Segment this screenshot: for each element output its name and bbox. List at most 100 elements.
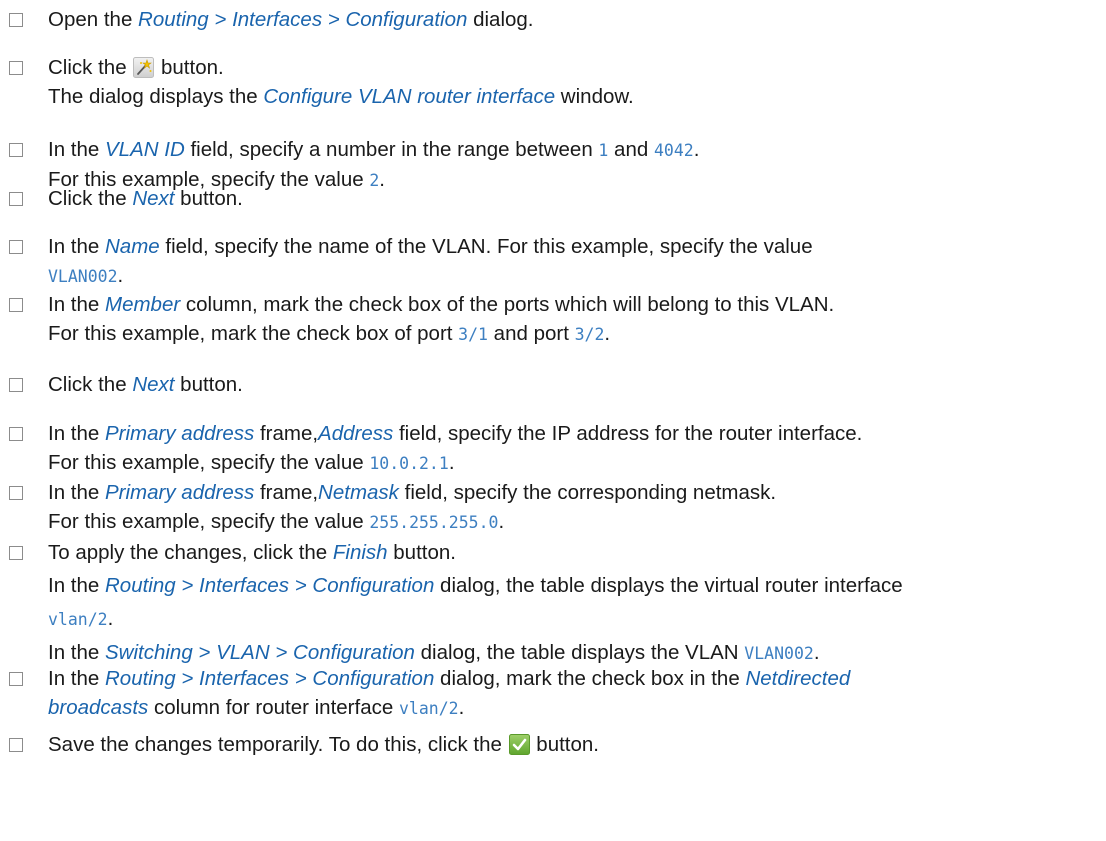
- text-run: .: [448, 451, 455, 474]
- step-line: For this example, specify the value 255.…: [48, 507, 1102, 537]
- value-literal: vlan/2: [398, 699, 459, 718]
- value-literal: 10.0.2.1: [369, 454, 449, 473]
- value-literal: VLAN002: [744, 644, 814, 663]
- step-checkbox[interactable]: [9, 427, 23, 441]
- text-run: For this example, specify the value: [48, 451, 370, 474]
- text-run: Click the: [48, 56, 133, 79]
- step-text: Save the changes temporarily. To do this…: [48, 730, 1102, 759]
- text-run: Open the: [48, 8, 139, 31]
- ui-reference: Configure VLAN router interface: [263, 85, 556, 108]
- step-line: Open the Routing > Interfaces > Configur…: [48, 5, 1102, 34]
- text-run: dialog, the table displays the VLAN: [414, 641, 745, 664]
- text-run: field, specify the corresponding netmask…: [398, 481, 777, 504]
- ui-reference: Netmask: [318, 481, 399, 504]
- text-run: Save the changes temporarily. To do this…: [48, 733, 508, 756]
- step-line: In the Name field, specify the name of t…: [48, 232, 1102, 261]
- step-checkbox[interactable]: [9, 546, 23, 560]
- step-line: Click the Next button.: [48, 184, 1102, 213]
- ui-reference: Primary address: [105, 422, 255, 445]
- step-line: VLAN002.: [48, 261, 1102, 291]
- ui-reference: Address: [318, 422, 394, 445]
- step-checkbox[interactable]: [9, 13, 23, 27]
- ui-reference: Netdirected: [745, 667, 851, 690]
- step-checkbox[interactable]: [9, 672, 23, 686]
- text-run: In the: [48, 574, 105, 597]
- ui-reference: Next: [132, 187, 175, 210]
- text-run: button.: [174, 373, 243, 396]
- ui-reference: broadcasts: [48, 696, 149, 719]
- text-run: frame,: [254, 481, 319, 504]
- ui-reference: Next: [132, 373, 175, 396]
- step-text: Click the Next button.: [48, 370, 1102, 399]
- ui-reference: Routing > Interfaces > Configuration: [105, 574, 435, 597]
- step-checkbox[interactable]: [9, 192, 23, 206]
- step-line: The dialog displays the Configure VLAN r…: [48, 82, 1102, 111]
- text-run: In the: [48, 667, 105, 690]
- text-run: field, specify the name of the VLAN. For…: [159, 235, 813, 258]
- ui-reference: Routing > Interfaces > Configuration: [105, 667, 435, 690]
- step-checkbox[interactable]: [9, 61, 23, 75]
- step-line: vlan/2.: [48, 602, 1102, 636]
- ui-reference: Switching > VLAN > Configuration: [105, 641, 415, 664]
- text-run: In the: [48, 641, 105, 664]
- step-checkbox[interactable]: [9, 738, 23, 752]
- step-checkbox[interactable]: [9, 298, 23, 312]
- text-run: .: [117, 264, 124, 287]
- text-run: Click the: [48, 373, 133, 396]
- value-literal: VLAN002: [48, 267, 118, 286]
- step-checkbox[interactable]: [9, 143, 23, 157]
- ui-reference: VLAN ID: [105, 138, 185, 161]
- step-text: Open the Routing > Interfaces > Configur…: [48, 5, 1102, 34]
- text-run: dialog.: [467, 8, 534, 31]
- ui-reference: Routing > Interfaces > Configuration: [138, 8, 468, 31]
- text-run: In the: [48, 481, 105, 504]
- step-line: Click the Next button.: [48, 370, 1102, 399]
- text-run: .: [693, 138, 700, 161]
- text-run: .: [458, 696, 465, 719]
- text-run: .: [813, 641, 820, 664]
- step-line: For this example, mark the check box of …: [48, 319, 1102, 349]
- text-run: frame,: [254, 422, 319, 445]
- text-run: For this example, mark the check box of …: [48, 322, 459, 345]
- step-text: To apply the changes, click the Finish b…: [48, 536, 1102, 670]
- text-run: dialog, the table displays the virtual r…: [434, 574, 903, 597]
- text-run: and: [608, 138, 654, 161]
- text-run: dialog, mark the check box in the: [434, 667, 746, 690]
- value-literal: 255.255.255.0: [369, 513, 499, 532]
- wizard-icon: [133, 57, 155, 78]
- value-literal: 3/1: [458, 325, 488, 344]
- checkmark-icon: [508, 734, 530, 755]
- text-run: and port: [487, 322, 575, 345]
- value-literal: vlan/2: [48, 610, 108, 629]
- text-run: column for router interface: [148, 696, 399, 719]
- ui-reference: Name: [105, 235, 160, 258]
- text-run: column, mark the check box of the ports …: [180, 293, 835, 316]
- step-checkbox[interactable]: [9, 240, 23, 254]
- text-run: .: [107, 607, 114, 630]
- step-line: In the VLAN ID field, specify a number i…: [48, 135, 1102, 165]
- step-line: To apply the changes, click the Finish b…: [48, 536, 1102, 569]
- text-run: To apply the changes, click the: [48, 541, 333, 564]
- step-line: For this example, specify the value 10.0…: [48, 448, 1102, 478]
- step-line: In the Primary address frame,Address fie…: [48, 419, 1102, 448]
- text-run: For this example, specify the value: [48, 510, 370, 533]
- text-run: Click the: [48, 187, 133, 210]
- text-run: In the: [48, 235, 105, 258]
- value-literal: 4042: [653, 141, 694, 160]
- step-line: In the Routing > Interfaces > Configurat…: [48, 664, 1102, 693]
- ui-reference: Primary address: [105, 481, 255, 504]
- text-run: button.: [174, 187, 243, 210]
- step-line: Save the changes temporarily. To do this…: [48, 730, 1102, 759]
- text-run: In the: [48, 293, 105, 316]
- step-checkbox[interactable]: [9, 486, 23, 500]
- text-run: field, specify the IP address for the ro…: [393, 422, 863, 445]
- text-run: window.: [555, 85, 634, 108]
- step-text: Click the button. The dialog displays the…: [48, 53, 1102, 111]
- step-checkbox[interactable]: [9, 378, 23, 392]
- step-text: In the Primary address frame,Address fie…: [48, 419, 1102, 478]
- text-run: .: [498, 510, 505, 533]
- step-text: In the Routing > Interfaces > Configurat…: [48, 664, 1102, 723]
- step-text: In the Member column, mark the check box…: [48, 290, 1102, 349]
- text-run: The dialog displays the: [48, 85, 264, 108]
- step-line: In the Primary address frame,Netmask fie…: [48, 478, 1102, 507]
